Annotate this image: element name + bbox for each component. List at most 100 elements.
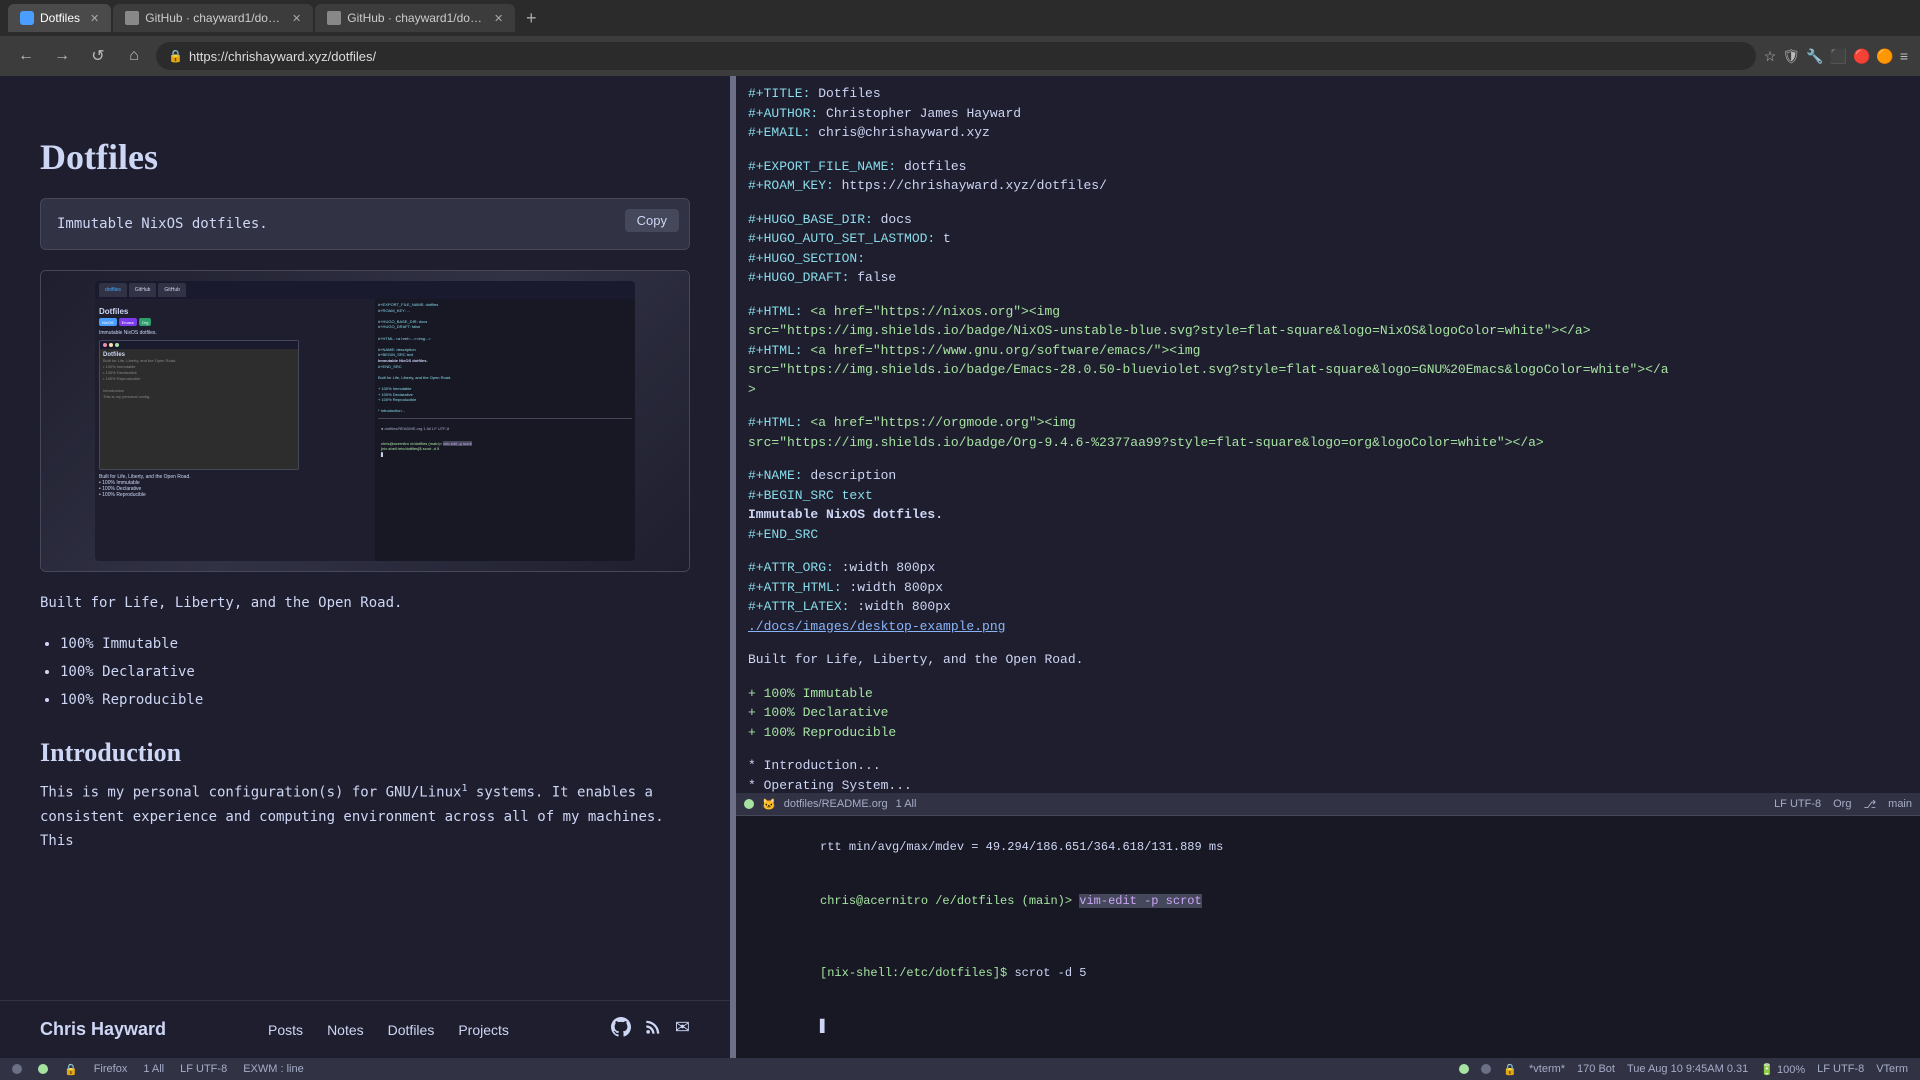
url-text: https://chrishayward.xyz/dotfiles/ bbox=[189, 49, 376, 64]
bottom-vterm-name: *vterm* bbox=[1529, 1063, 1565, 1075]
mini-sub-tabbar bbox=[100, 341, 298, 349]
terminal-content[interactable]: rtt min/avg/max/mdev = 49.294/186.651/36… bbox=[736, 816, 1920, 1058]
mini-bullets: • 100% Immutable• 100% Declarative• 100%… bbox=[99, 480, 371, 498]
org-line-attr-html: #+ATTR_HTML: :width 800px bbox=[748, 578, 1908, 598]
mini-tab-1: dotfiles bbox=[99, 283, 127, 297]
term-prompt-line-1: chris@acernitro /e/dotfiles (main)> vim-… bbox=[748, 874, 1908, 928]
blank-4 bbox=[748, 399, 1908, 413]
main-content: Dotfiles Immutable NixOS dotfiles. Copy … bbox=[0, 76, 1920, 1058]
mini-tab-bar: dotfiles GitHub GitHub bbox=[95, 281, 635, 299]
nav-actions: ☆ 🛡 🔧 ⬛ 🔴 🟠 ≡ bbox=[1764, 48, 1908, 65]
mini-sub-min bbox=[109, 343, 113, 347]
mini-sub-browser: Dotfiles Built for Life, Liberty, and th… bbox=[99, 340, 299, 470]
back-button[interactable]: ← bbox=[12, 42, 40, 70]
org-line-html1: #+HTML: <a href="https://nixos.org"><img… bbox=[748, 302, 1908, 341]
intro-paragraph: This is my personal configuration(s) for… bbox=[40, 780, 690, 853]
browser-chrome: Dotfiles ✕ GitHub · chayward1/doti... ✕ … bbox=[0, 0, 1920, 76]
tab-github-2[interactable]: GitHub · chayward1/doti... ✕ bbox=[315, 4, 515, 32]
editor-panel: #+TITLE: Dotfiles #+AUTHOR: Christopher … bbox=[733, 76, 1920, 1058]
bottom-status-bar: 🔒 Firefox 1 All LF UTF-8 EXWM : line 🔒 *… bbox=[0, 1058, 1920, 1080]
address-bar[interactable]: 🔒 https://chrishayward.xyz/dotfiles/ bbox=[156, 42, 1756, 70]
editor-cat-icon: 🐱 bbox=[762, 798, 776, 811]
bookmark-icon[interactable]: ☆ bbox=[1764, 48, 1777, 65]
bottom-vterm-lock: 🔒 bbox=[1503, 1063, 1517, 1076]
mini-terminal: chris@acernitro /e/dotfiles (main)> vim-… bbox=[378, 438, 632, 461]
intro-text-1: This is my personal configuration(s) for… bbox=[40, 785, 461, 801]
bottom-status-right: 🔒 *vterm* 170 Bot Tue Aug 10 9:45AM 0.31… bbox=[1459, 1063, 1908, 1076]
bottom-indicator-green-2 bbox=[1459, 1064, 1469, 1074]
extension-icon-2[interactable]: 🔧 bbox=[1806, 48, 1823, 65]
copy-button[interactable]: Copy bbox=[625, 209, 679, 232]
tab-close-github1[interactable]: ✕ bbox=[292, 12, 301, 25]
editor-line-count: 1 All bbox=[896, 798, 917, 810]
bottom-mode: EXWM : line bbox=[243, 1063, 304, 1075]
extension-icon-3[interactable]: ⬛ bbox=[1830, 48, 1847, 65]
org-line-hugo-section: #+HUGO_SECTION: bbox=[748, 249, 1908, 269]
bottom-indicator-gray-2 bbox=[1481, 1064, 1491, 1074]
editor-mode: Org bbox=[1833, 798, 1851, 810]
bottom-lock-icon: 🔒 bbox=[64, 1063, 78, 1076]
description-text: Immutable NixOS dotfiles. bbox=[57, 216, 268, 232]
term-prompt-1: chris@acernitro /e/dotfiles (main)> bbox=[820, 894, 1079, 908]
description-box: Immutable NixOS dotfiles. Copy bbox=[40, 198, 690, 250]
bottom-encoding-2: LF UTF-8 bbox=[1817, 1063, 1864, 1075]
blank-9 bbox=[748, 742, 1908, 756]
mini-page-title: Dotfiles bbox=[99, 307, 371, 316]
blank-3 bbox=[748, 288, 1908, 302]
webpage-body: Dotfiles Immutable NixOS dotfiles. Copy … bbox=[0, 76, 730, 1000]
bullet-item-3: 100% Reproducible bbox=[60, 686, 690, 714]
menu-icon[interactable]: ≡ bbox=[1900, 48, 1908, 64]
org-line-attr-org: #+ATTR_ORG: :width 800px bbox=[748, 558, 1908, 578]
bottom-vterm-app: VTerm bbox=[1876, 1063, 1908, 1075]
tab-dotfiles[interactable]: Dotfiles ✕ bbox=[8, 4, 111, 32]
editor-branch: main bbox=[1888, 798, 1912, 810]
navigation-bar: ← → ↺ ⌂ 🔒 https://chrishayward.xyz/dotfi… bbox=[0, 36, 1920, 76]
forward-button[interactable]: → bbox=[48, 42, 76, 70]
tab-title-github1: GitHub · chayward1/doti... bbox=[145, 11, 282, 25]
org-line-hugo-dir: #+HUGO_BASE_DIR: docs bbox=[748, 210, 1908, 230]
bullet-item-1: 100% Immutable bbox=[60, 630, 690, 658]
body-text: Built for Life, Liberty, and the Open Ro… bbox=[40, 592, 690, 614]
footer-nav-notes[interactable]: Notes bbox=[327, 1022, 364, 1038]
term-cmd-2: scrot -d 5 bbox=[1014, 966, 1086, 980]
screenshot-image: dotfiles GitHub GitHub Dotfiles NixOS Em… bbox=[41, 271, 689, 571]
extension-icon-5[interactable]: 🟠 bbox=[1876, 48, 1893, 65]
tab-close-dotfiles[interactable]: ✕ bbox=[90, 12, 99, 25]
mini-right: #+EXPORT_FILE_NAME: dotfiles#+ROAM_KEY: … bbox=[375, 299, 635, 561]
email-icon[interactable]: ✉ bbox=[675, 1017, 690, 1042]
extension-icon-1[interactable]: 🛡 bbox=[1782, 48, 1800, 65]
org-line-hugo-draft: #+HUGO_DRAFT: false bbox=[748, 268, 1908, 288]
bottom-indicator-green-1 bbox=[38, 1064, 48, 1074]
tab-github-1[interactable]: GitHub · chayward1/doti... ✕ bbox=[113, 4, 313, 32]
bottom-status-left: 🔒 Firefox 1 All LF UTF-8 EXWM : line bbox=[12, 1063, 304, 1076]
tab-close-github2[interactable]: ✕ bbox=[494, 12, 503, 25]
lock-icon: 🔒 bbox=[168, 49, 183, 63]
status-left: 🐱 dotfiles/README.org 1 All bbox=[744, 798, 916, 811]
bottom-indicator-gray-1 bbox=[12, 1064, 22, 1074]
blank-8 bbox=[748, 670, 1908, 684]
bullet-item-2: 100% Declarative bbox=[60, 658, 690, 686]
mini-status: ● dotfiles/README.org 1 All LF UTF-8 bbox=[378, 418, 632, 438]
blank-5 bbox=[748, 452, 1908, 466]
blank-2 bbox=[748, 196, 1908, 210]
extension-icon-4[interactable]: 🔴 bbox=[1853, 48, 1870, 65]
org-line-star-2: * Operating System... bbox=[748, 776, 1908, 794]
footer-nav-projects[interactable]: Projects bbox=[458, 1022, 509, 1038]
footer-nav-dotfiles[interactable]: Dotfiles bbox=[388, 1022, 435, 1038]
github-icon[interactable] bbox=[611, 1017, 631, 1042]
home-button[interactable]: ⌂ bbox=[120, 42, 148, 70]
rss-icon[interactable] bbox=[643, 1017, 663, 1042]
bottom-battery: 🔋 100% bbox=[1760, 1063, 1805, 1076]
editor-content[interactable]: #+TITLE: Dotfiles #+AUTHOR: Christopher … bbox=[736, 76, 1920, 793]
webpage-footer: Chris Hayward Posts Notes Dotfiles Proje… bbox=[0, 1000, 730, 1058]
term-cmd-highlight: vim-edit -p scrot bbox=[1079, 894, 1201, 908]
new-tab-button[interactable]: + bbox=[517, 4, 545, 32]
bullet-list: 100% Immutable 100% Declarative 100% Rep… bbox=[60, 630, 690, 714]
tab-favicon-github2 bbox=[327, 11, 341, 25]
bottom-browser-info: 1 All bbox=[143, 1063, 164, 1075]
footer-nav-posts[interactable]: Posts bbox=[268, 1022, 303, 1038]
org-line-image-link[interactable]: ./docs/images/desktop-example.png bbox=[748, 617, 1908, 637]
org-line-plus-1: + 100% Immutable bbox=[748, 684, 1908, 704]
refresh-button[interactable]: ↺ bbox=[84, 42, 112, 70]
tab-favicon-github1 bbox=[125, 11, 139, 25]
